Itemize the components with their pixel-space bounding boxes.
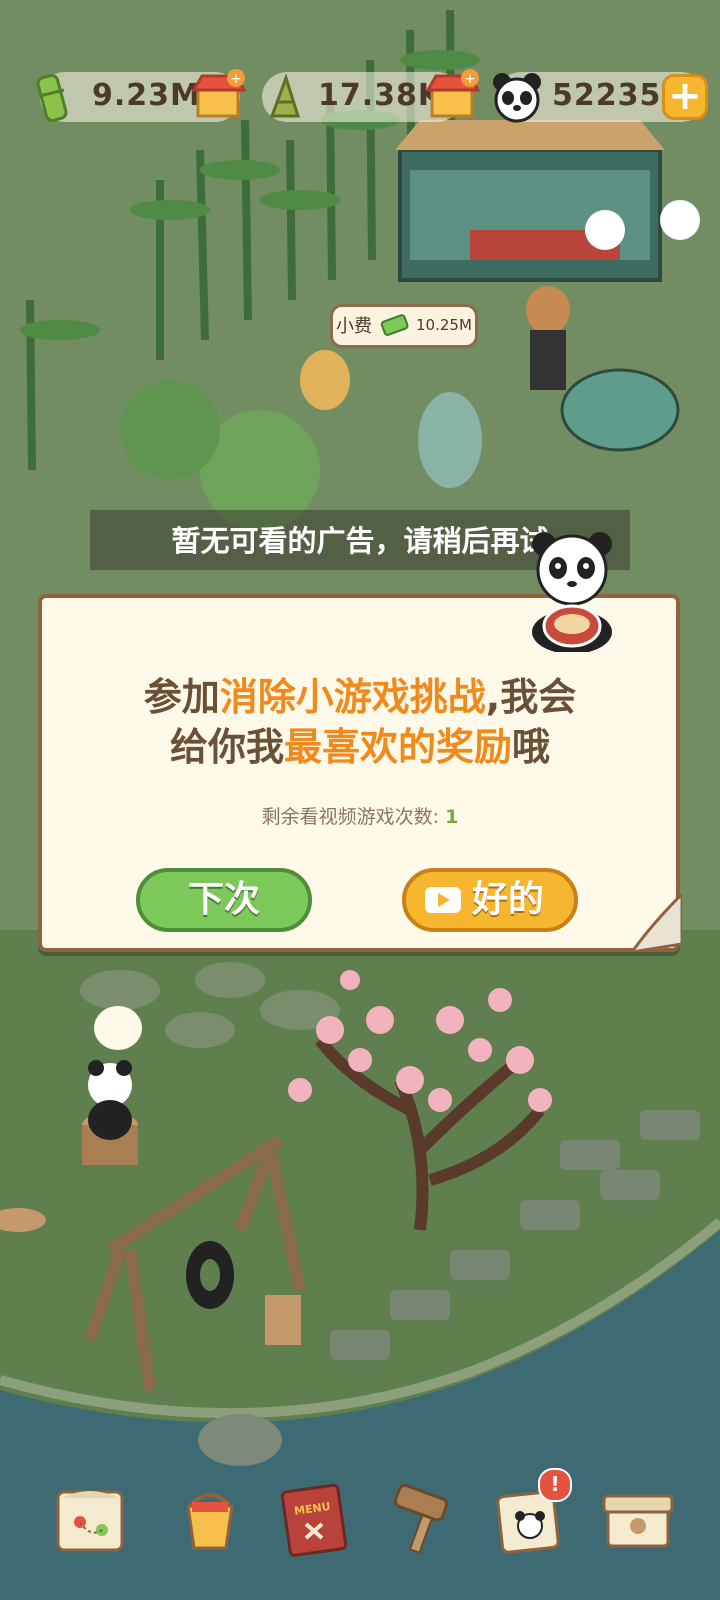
message-part-3: ,我会 bbox=[485, 675, 577, 719]
remaining-plays-label: 剩余看视频游戏次数: bbox=[261, 806, 440, 828]
shop-stall-icon: + bbox=[191, 69, 247, 118]
bamboo-shoot-icon bbox=[269, 73, 301, 118]
next-time-button[interactable]: 下次 bbox=[136, 868, 312, 932]
storage-box-icon bbox=[602, 1494, 674, 1548]
bamboo-count: 9.23M bbox=[92, 78, 201, 113]
svg-text:+: + bbox=[464, 71, 476, 87]
shop-stall-icon: + bbox=[425, 69, 481, 118]
menu-book-icon: MENU bbox=[280, 1483, 348, 1557]
message-highlight-reward: 最喜欢的奖励 bbox=[283, 725, 512, 769]
dialog-message: 参加消除小游戏挑战,我会 给你我最喜欢的奖励哦 bbox=[60, 672, 660, 772]
panda-icon bbox=[493, 73, 541, 123]
add-currency-button[interactable]: + bbox=[662, 74, 708, 120]
notification-badge: ! bbox=[538, 1468, 572, 1502]
panda-mascot-illustration bbox=[532, 532, 612, 652]
shoot-shop-button[interactable]: + bbox=[425, 68, 481, 122]
page-curl-decoration bbox=[630, 894, 682, 952]
shoot-count: 17.38K bbox=[318, 78, 443, 113]
paint-bucket-icon bbox=[186, 1493, 234, 1550]
nav-panda-card-button[interactable]: ! bbox=[490, 1468, 572, 1558]
ok-button-label: 好的 bbox=[472, 879, 545, 920]
remaining-plays-count: 1 bbox=[445, 806, 459, 828]
bamboo-stalk-icon bbox=[36, 74, 68, 122]
ok-watch-video-button[interactable]: 好的 bbox=[402, 868, 578, 932]
panda-count: 52235 bbox=[552, 78, 662, 113]
nav-map-button[interactable] bbox=[50, 1478, 130, 1558]
message-highlight-challenge: 消除小游戏挑战 bbox=[219, 675, 486, 719]
cash-icon bbox=[380, 314, 409, 336]
message-part-4: 给你我 bbox=[169, 725, 284, 769]
nav-storage-button[interactable] bbox=[598, 1478, 678, 1558]
message-part-1: 参加 bbox=[143, 675, 220, 719]
message-part-6: 哦 bbox=[512, 725, 551, 769]
bamboo-shop-button[interactable]: + bbox=[191, 68, 247, 122]
nav-build-button[interactable] bbox=[382, 1478, 462, 1558]
svg-text:+: + bbox=[230, 71, 242, 87]
nav-paint-button[interactable] bbox=[170, 1478, 250, 1558]
video-play-icon bbox=[425, 887, 461, 913]
nav-menu-button[interactable]: MENU bbox=[276, 1478, 356, 1558]
remaining-plays: 剩余看视频游戏次数: 1 bbox=[60, 802, 660, 829]
hammer-tools-icon bbox=[393, 1483, 449, 1554]
tip-value: 10.25M bbox=[416, 316, 472, 334]
map-icon bbox=[56, 1490, 124, 1552]
tip-label: 小费 bbox=[336, 316, 372, 337]
